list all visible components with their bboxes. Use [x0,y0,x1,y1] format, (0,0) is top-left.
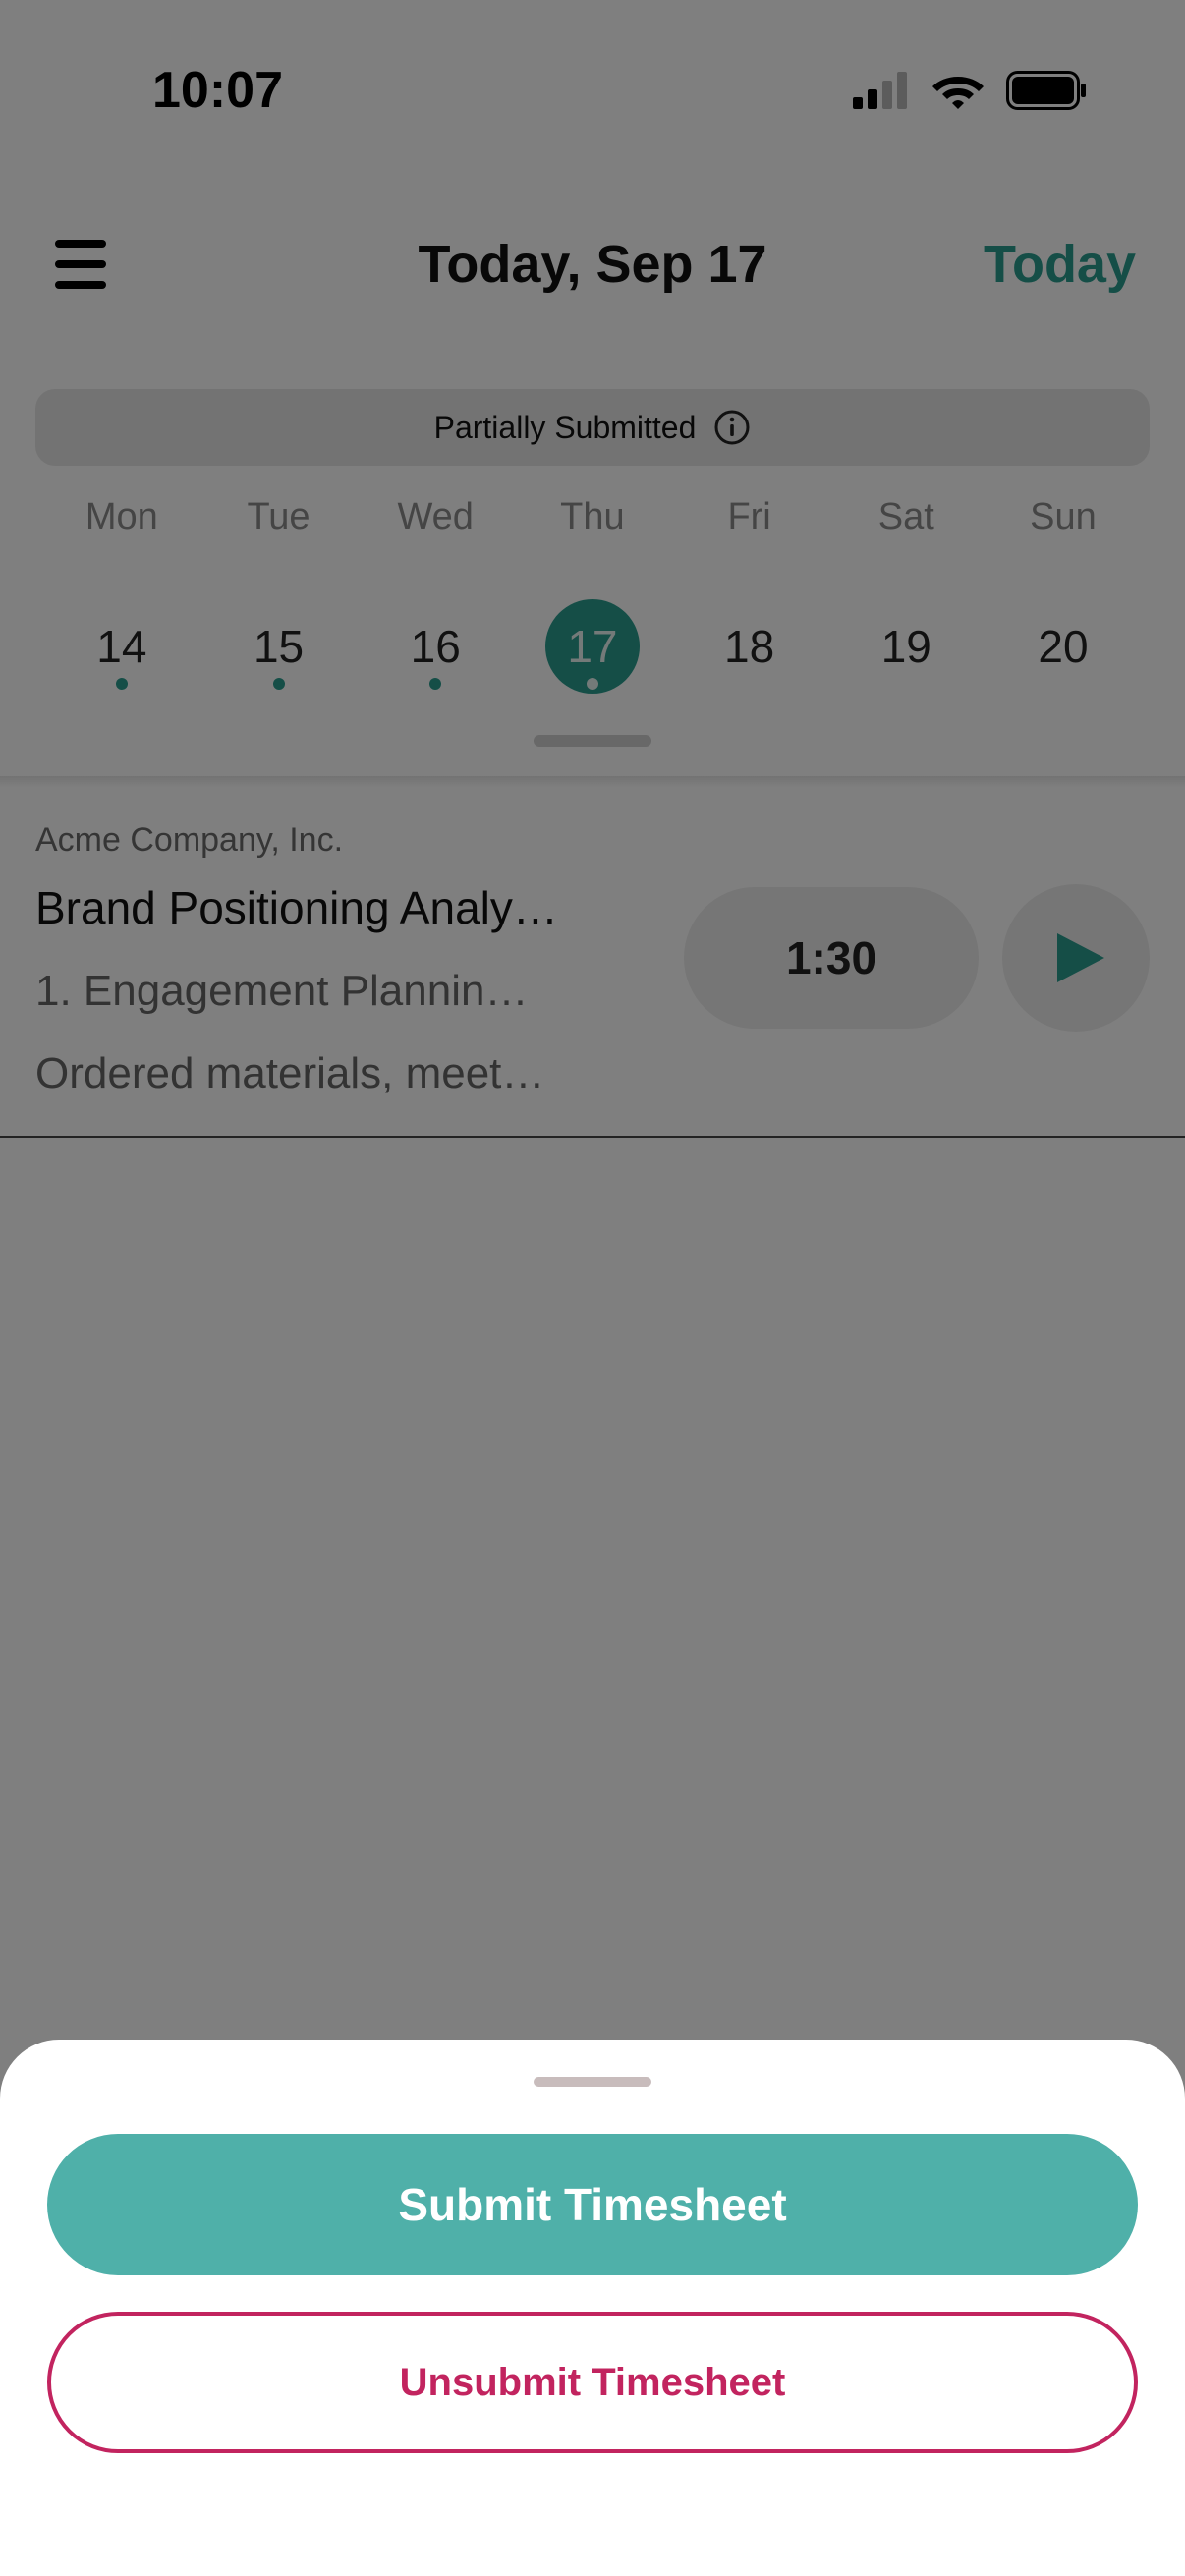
timesheet-actions-sheet: Submit Timesheet Unsubmit Timesheet [0,2040,1185,2576]
sheet-drag-handle[interactable] [534,2077,651,2087]
submit-timesheet-button[interactable]: Submit Timesheet [47,2134,1138,2275]
app-screen: 10:07 Today, Sep [0,0,1185,2576]
unsubmit-timesheet-button[interactable]: Unsubmit Timesheet [47,2312,1138,2453]
